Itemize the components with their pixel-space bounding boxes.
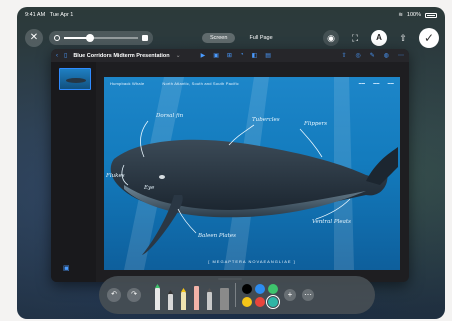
annotation-flukes: Flukes: [106, 173, 125, 179]
whale-eye: [159, 175, 165, 179]
mode-full-page[interactable]: Full Page: [241, 33, 280, 43]
format-icon[interactable]: ◍: [384, 52, 389, 59]
palette-divider: [235, 283, 236, 307]
pen-tool[interactable]: [155, 284, 160, 310]
status-date: Tue Apr 1: [49, 12, 74, 18]
magnifier-icon: [54, 35, 60, 41]
keynote-window: ‹ ▯ Blue Corridors Midterm Presentation …: [51, 49, 409, 282]
slide-canvas[interactable]: Humpback Whale North Atlantic, South and…: [104, 77, 400, 270]
battery-percent: 100%: [406, 12, 421, 18]
battery-icon: [425, 12, 437, 18]
annotation-ventral-pleats: Ventral Pleats: [312, 219, 351, 225]
color-swatch[interactable]: [266, 294, 280, 309]
slide-navigator: ▣: [51, 62, 96, 282]
zoom-knob[interactable]: [85, 34, 94, 42]
media-icon[interactable]: ▣: [213, 52, 219, 59]
eraser-tool[interactable]: [194, 286, 199, 310]
slide-thumbnail[interactable]: [59, 68, 91, 90]
monoline-tool[interactable]: [168, 290, 173, 310]
mode-screen[interactable]: Screen: [202, 33, 236, 43]
play-icon[interactable]: ▶: [201, 52, 206, 59]
annotation-flippers: Flippers: [304, 121, 328, 127]
highlighter-tool[interactable]: [181, 288, 186, 310]
annotation-dorsal-fin: Dorsal fin: [156, 113, 184, 119]
status-bar: 9:41 AM Tue Apr 1 ≋ 100%: [25, 10, 437, 20]
image-icon[interactable]: ▤: [265, 52, 271, 59]
collab-icon[interactable]: ◎: [355, 52, 360, 59]
chart-icon[interactable]: ◔: [240, 52, 244, 59]
wifi-icon: ≋: [398, 12, 403, 18]
capture-actions: ◉ ⛶ A ⇧ ✓: [323, 28, 439, 48]
sidebar-icon[interactable]: ▯: [64, 52, 67, 59]
play-slides-icon[interactable]: ▣: [63, 264, 70, 272]
metric-label-3: ▬▬: [387, 81, 394, 85]
app-toolbar: ‹ ▯ Blue Corridors Midterm Presentation …: [51, 49, 409, 62]
color-swatch[interactable]: [255, 296, 265, 307]
ruler-tool[interactable]: [220, 288, 229, 310]
metric-label-2: ▬▬: [373, 81, 380, 85]
share-icon[interactable]: ⇧: [341, 52, 346, 59]
color-swatch[interactable]: [255, 283, 265, 294]
close-icon[interactable]: ✕: [25, 29, 43, 47]
whale-fluke: [366, 147, 398, 185]
color-swatch[interactable]: [242, 296, 252, 307]
add-icon[interactable]: +: [284, 289, 296, 301]
more-options-icon[interactable]: ⋯: [302, 289, 314, 301]
scientific-name: [ MEGAPTERA NOVAEANGLIAE ]: [208, 259, 296, 264]
capture-mode-control: Screen Full Page: [202, 32, 281, 44]
metric-label-1: ▬▬: [358, 81, 366, 85]
undo-icon[interactable]: ↶: [107, 288, 121, 302]
redo-icon[interactable]: ↷: [127, 288, 141, 302]
table-icon[interactable]: ⊞: [227, 52, 232, 59]
status-time: 9:41 AM: [25, 12, 46, 18]
square-icon: [142, 35, 148, 41]
toolbar-right: ⇧ ◎ ✎ ◍ ⋯: [341, 52, 404, 59]
brush-icon[interactable]: ✎: [370, 52, 375, 59]
more-icon[interactable]: ⋯: [398, 52, 404, 59]
markup-palette: ↶ ↷ + ⋯: [99, 276, 375, 314]
region-label: North Atlantic, South and South Pacific: [162, 80, 239, 86]
color-swatches: [242, 283, 280, 309]
share-icon[interactable]: ⇧: [395, 30, 411, 46]
status-left: 9:41 AM Tue Apr 1: [25, 12, 73, 18]
species-label: Humpback Whale: [110, 80, 145, 86]
done-icon[interactable]: ✓: [419, 28, 439, 48]
text-icon[interactable]: A: [371, 30, 387, 46]
annotation-baleen-plates: Baleen Plates: [198, 233, 236, 239]
toolbar-center: ▶ ▣ ⊞ ◔ ◧ ▤: [201, 52, 271, 59]
slide-header: Humpback Whale North Atlantic, South and…: [104, 77, 400, 89]
pencil-tool[interactable]: [207, 288, 212, 310]
color-swatch[interactable]: [242, 283, 252, 294]
annotation-eye: Eye: [144, 185, 155, 191]
zoom-track[interactable]: [64, 34, 138, 42]
document-title[interactable]: Blue Corridors Midterm Presentation: [73, 53, 169, 59]
back-icon[interactable]: ‹: [56, 53, 58, 59]
drawing-tools: [155, 280, 229, 310]
color-swatch[interactable]: [268, 283, 278, 294]
camera-icon[interactable]: ◉: [323, 30, 339, 46]
whale-image: [110, 77, 398, 270]
crop-icon[interactable]: ⛶: [347, 30, 363, 46]
zoom-slider[interactable]: [49, 31, 153, 45]
annotation-tubercles: Tubercles: [252, 117, 280, 123]
chevron-down-icon[interactable]: ⌄: [176, 52, 181, 59]
shape-icon[interactable]: ◧: [252, 52, 258, 59]
status-right: ≋ 100%: [398, 12, 437, 18]
